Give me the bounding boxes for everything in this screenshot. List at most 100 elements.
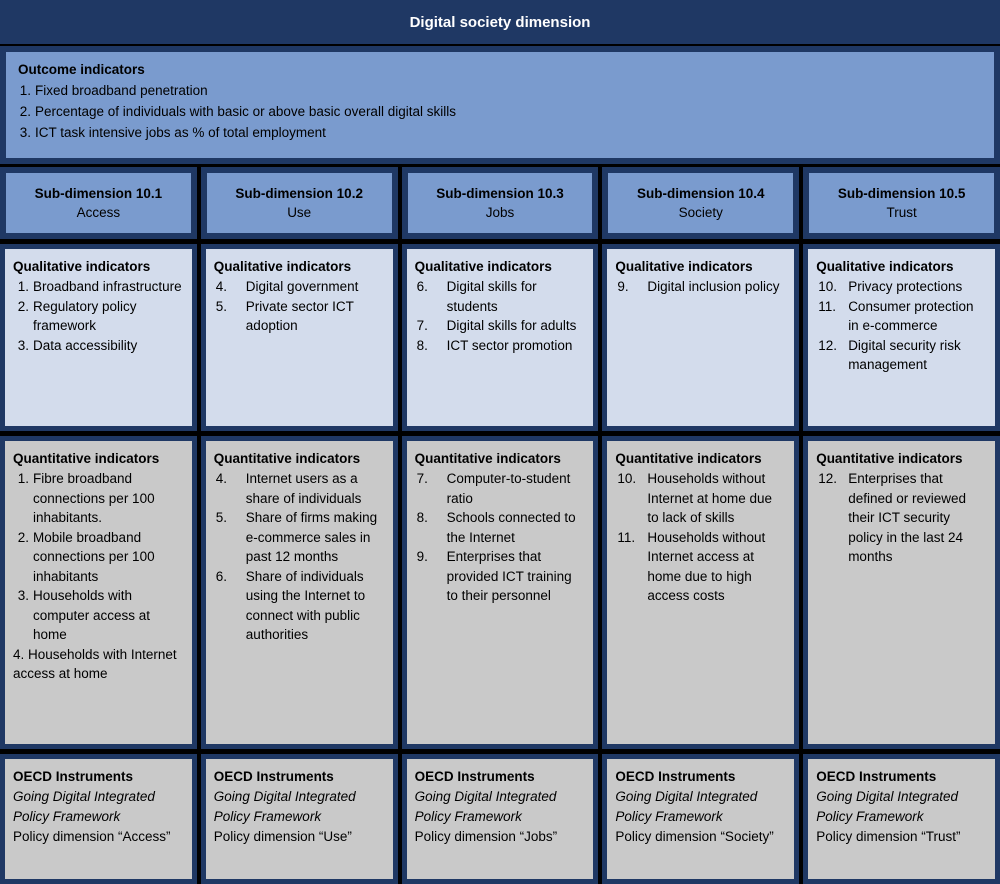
subdimension-header-inner: Sub-dimension 10.3 Jobs [407, 173, 593, 233]
qualitative-indicator-text: Digital skills for students [446, 279, 537, 314]
quantitative-indicators-card: Quantitative indicators 12. Enterprises th… [803, 436, 1000, 749]
qualitative-indicator-list: 1. Broadband infrastructure 2. Regulatory p… [13, 277, 184, 355]
qualitative-indicator-item: 8. ICT sector promotion [415, 336, 586, 356]
subdimension-title: Sub-dimension 10.4 [637, 185, 765, 201]
quantitative-indicator-item: 6. Share of individuals using the Interne… [214, 567, 385, 645]
subdimension-subtitle: Society [678, 204, 723, 220]
quantitative-indicator-number: 2. [17, 529, 29, 545]
qualitative-indicator-number: 12. [818, 337, 837, 353]
qualitative-indicator-list: 10. Privacy protections 11. Consumer protec… [816, 277, 987, 375]
subdimension-column: Sub-dimension 10.3 Jobs Qualitative indica… [401, 167, 599, 884]
quantitative-indicator-number: 8. [416, 510, 428, 525]
qualitative-indicator-text: Digital government [245, 279, 359, 294]
oecd-framework-name: Going Digital Integrated Policy Framewor… [816, 789, 959, 824]
quantitative-indicator-text: Mobile broadband connections per 100 inh… [33, 529, 155, 584]
quantitative-indicator-number: 4. [13, 646, 25, 662]
quantitative-indicator-text: Share of firms making e-commerce sales i… [245, 510, 378, 564]
outcome-indicator-item: 3. ICT task intensive jobs as % of total … [18, 122, 982, 143]
quantitative-indicator-item: 2. Mobile broadband connections per 100 i… [13, 528, 184, 587]
qualitative-indicators-inner: Qualitative indicators 10. Privacy protect… [808, 249, 995, 426]
oecd-instruments-heading: OECD Instruments [414, 769, 535, 784]
outcome-indicators-panel: Outcome indicators 1. Fixed broadband pen… [0, 44, 1000, 164]
outcome-indicator-number: 1. [19, 83, 31, 98]
quantitative-indicator-item: 7. Computer-to-student ratio [415, 469, 586, 508]
outcome-indicators-inner: Outcome indicators 1. Fixed broadband pen… [6, 52, 994, 158]
qualitative-indicator-text: Consumer protection in e-commerce [848, 298, 974, 334]
quantitative-indicator-text: Share of individuals using the Internet … [245, 568, 366, 643]
subdimension-header-card[interactable]: Sub-dimension 10.4 Society [602, 167, 800, 239]
qualitative-indicator-item: 11. Consumer protection in e-commerce [816, 297, 987, 336]
oecd-instruments-card: OECD Instruments Going Digital Integrated… [401, 754, 599, 884]
oecd-instruments-inner: OECD Instruments Going Digital Integrated… [406, 759, 594, 879]
qualitative-indicator-text: Broadband infrastructure [33, 279, 182, 294]
oecd-instruments-heading: OECD Instruments [13, 769, 134, 784]
quantitative-indicator-item: 12. Enterprises that defined or reviewed … [816, 469, 987, 567]
quantitative-indicator-item: 1. Fibre broadband connections per 100 in… [13, 469, 184, 528]
subdimension-columns: Sub-dimension 10.1 Access Qualitative indi… [0, 164, 1000, 884]
subdimension-subtitle: Use [287, 204, 312, 220]
outcome-indicator-text: Percentage of individuals with basic or … [35, 104, 456, 119]
quantitative-indicators-card: Quantitative indicators 4. Internet users … [200, 436, 398, 749]
qualitative-indicator-item: 2. Regulatory policy framework [13, 297, 184, 336]
quantitative-indicator-text: Internet users as a share of individuals [245, 471, 362, 506]
subdimension-header-card[interactable]: Sub-dimension 10.2 Use [200, 167, 398, 239]
qualitative-indicator-number: 11. [818, 298, 836, 314]
qualitative-indicator-item: 3. Data accessibility [13, 336, 184, 356]
qualitative-indicator-number: 6. [416, 279, 428, 294]
quantitative-indicator-number: 9. [416, 549, 428, 564]
quantitative-indicators-inner: Quantitative indicators 12. Enterprises th… [808, 441, 995, 744]
qualitative-indicator-item: 10. Privacy protections [816, 277, 987, 297]
quantitative-indicators-heading: Quantitative indicators [615, 451, 762, 466]
figure-title-bar: Digital society dimension [0, 0, 1000, 44]
oecd-instruments-inner: OECD Instruments Going Digital Integrated… [205, 759, 393, 879]
quantitative-indicator-item: 4. Internet users as a share of individua… [214, 469, 385, 508]
quantitative-indicator-number: 12. [818, 471, 837, 486]
oecd-instruments-inner: OECD Instruments Going Digital Integrated… [5, 759, 192, 879]
qualitative-indicators-card: Qualitative indicators 4. Digital governme… [200, 244, 398, 431]
quantitative-indicator-list: 10. Households without Internet at home d… [615, 469, 786, 606]
digital-society-dimension-figure: Digital society dimension Outcome indica… [0, 0, 1000, 884]
subdimension-column: Sub-dimension 10.5 Trust Qualitative indic… [803, 167, 1000, 884]
outcome-indicator-number: 2. [19, 104, 31, 119]
qualitative-indicator-item: 9. Digital inclusion policy [615, 277, 786, 297]
qualitative-indicators-inner: Qualitative indicators 9. Digital inclusio… [607, 249, 795, 426]
quantitative-indicators-heading: Quantitative indicators [816, 451, 963, 466]
quantitative-indicators-heading: Quantitative indicators [414, 451, 561, 466]
qualitative-indicators-heading: Qualitative indicators [13, 259, 151, 274]
quantitative-indicator-number: 5. [215, 510, 228, 525]
qualitative-indicator-item: 7. Digital skills for adults [415, 316, 586, 336]
oecd-instruments-heading: OECD Instruments [213, 769, 334, 784]
quantitative-indicator-number: 6. [215, 568, 228, 584]
quantitative-indicators-inner: Quantitative indicators 4. Internet users … [205, 441, 393, 744]
subdimension-column: Sub-dimension 10.1 Access Qualitative indi… [0, 167, 197, 884]
qualitative-indicator-number: 2. [17, 298, 29, 314]
quantitative-indicator-text: Enterprises that defined or reviewed the… [848, 471, 967, 564]
quantitative-indicator-item: 4. Households with Internet access at ho… [13, 645, 184, 684]
subdimension-header-inner: Sub-dimension 10.2 Use [206, 173, 392, 233]
quantitative-indicator-text: Fibre broadband connections per 100 inha… [33, 471, 155, 525]
subdimension-title: Sub-dimension 10.1 [34, 185, 163, 201]
quantitative-indicators-inner: Quantitative indicators 7. Computer-to-stu… [406, 441, 594, 744]
subdimension-header-card[interactable]: Sub-dimension 10.5 Trust [803, 167, 1000, 239]
quantitative-indicators-inner: Quantitative indicators 1. Fibre broadband… [5, 441, 192, 744]
oecd-framework-name: Going Digital Integrated Policy Framewor… [615, 789, 758, 824]
qualitative-indicator-item: 4. Digital government [214, 277, 385, 297]
oecd-policy-dimension: Policy dimension “Trust” [816, 829, 961, 844]
qualitative-indicator-number: 1. [17, 279, 29, 294]
quantitative-indicator-item: 10. Households without Internet at home d… [615, 469, 786, 528]
subdimension-subtitle: Access [76, 204, 121, 220]
subdimension-header-card[interactable]: Sub-dimension 10.3 Jobs [401, 167, 599, 239]
qualitative-indicator-number: 10. [818, 279, 837, 294]
oecd-policy-dimension: Policy dimension “Society” [615, 829, 774, 844]
qualitative-indicator-list: 9. Digital inclusion policy [615, 277, 786, 297]
subdimension-column: Sub-dimension 10.4 Society Qualitative ind… [602, 167, 800, 884]
quantitative-indicator-number: 7. [416, 471, 428, 486]
subdimension-header-card[interactable]: Sub-dimension 10.1 Access [0, 167, 197, 239]
quantitative-indicator-item: 9. Enterprises that provided ICT training… [415, 547, 586, 606]
qualitative-indicators-heading: Qualitative indicators [213, 259, 352, 274]
qualitative-indicator-text: Data accessibility [33, 337, 138, 353]
subdimension-subtitle: Trust [886, 204, 917, 220]
qualitative-indicator-number: 7. [416, 318, 428, 333]
subdimension-header-inner: Sub-dimension 10.5 Trust [809, 173, 994, 233]
subdimension-title: Sub-dimension 10.2 [235, 185, 363, 201]
